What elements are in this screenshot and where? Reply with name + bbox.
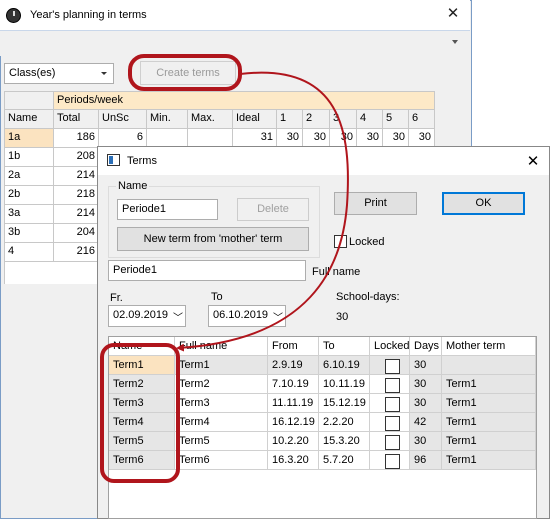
annotation-overlay xyxy=(100,54,349,483)
annotation-arrow xyxy=(176,71,349,352)
create-terms-highlight-ring xyxy=(128,54,242,91)
terms-names-highlight-ring xyxy=(100,343,180,483)
